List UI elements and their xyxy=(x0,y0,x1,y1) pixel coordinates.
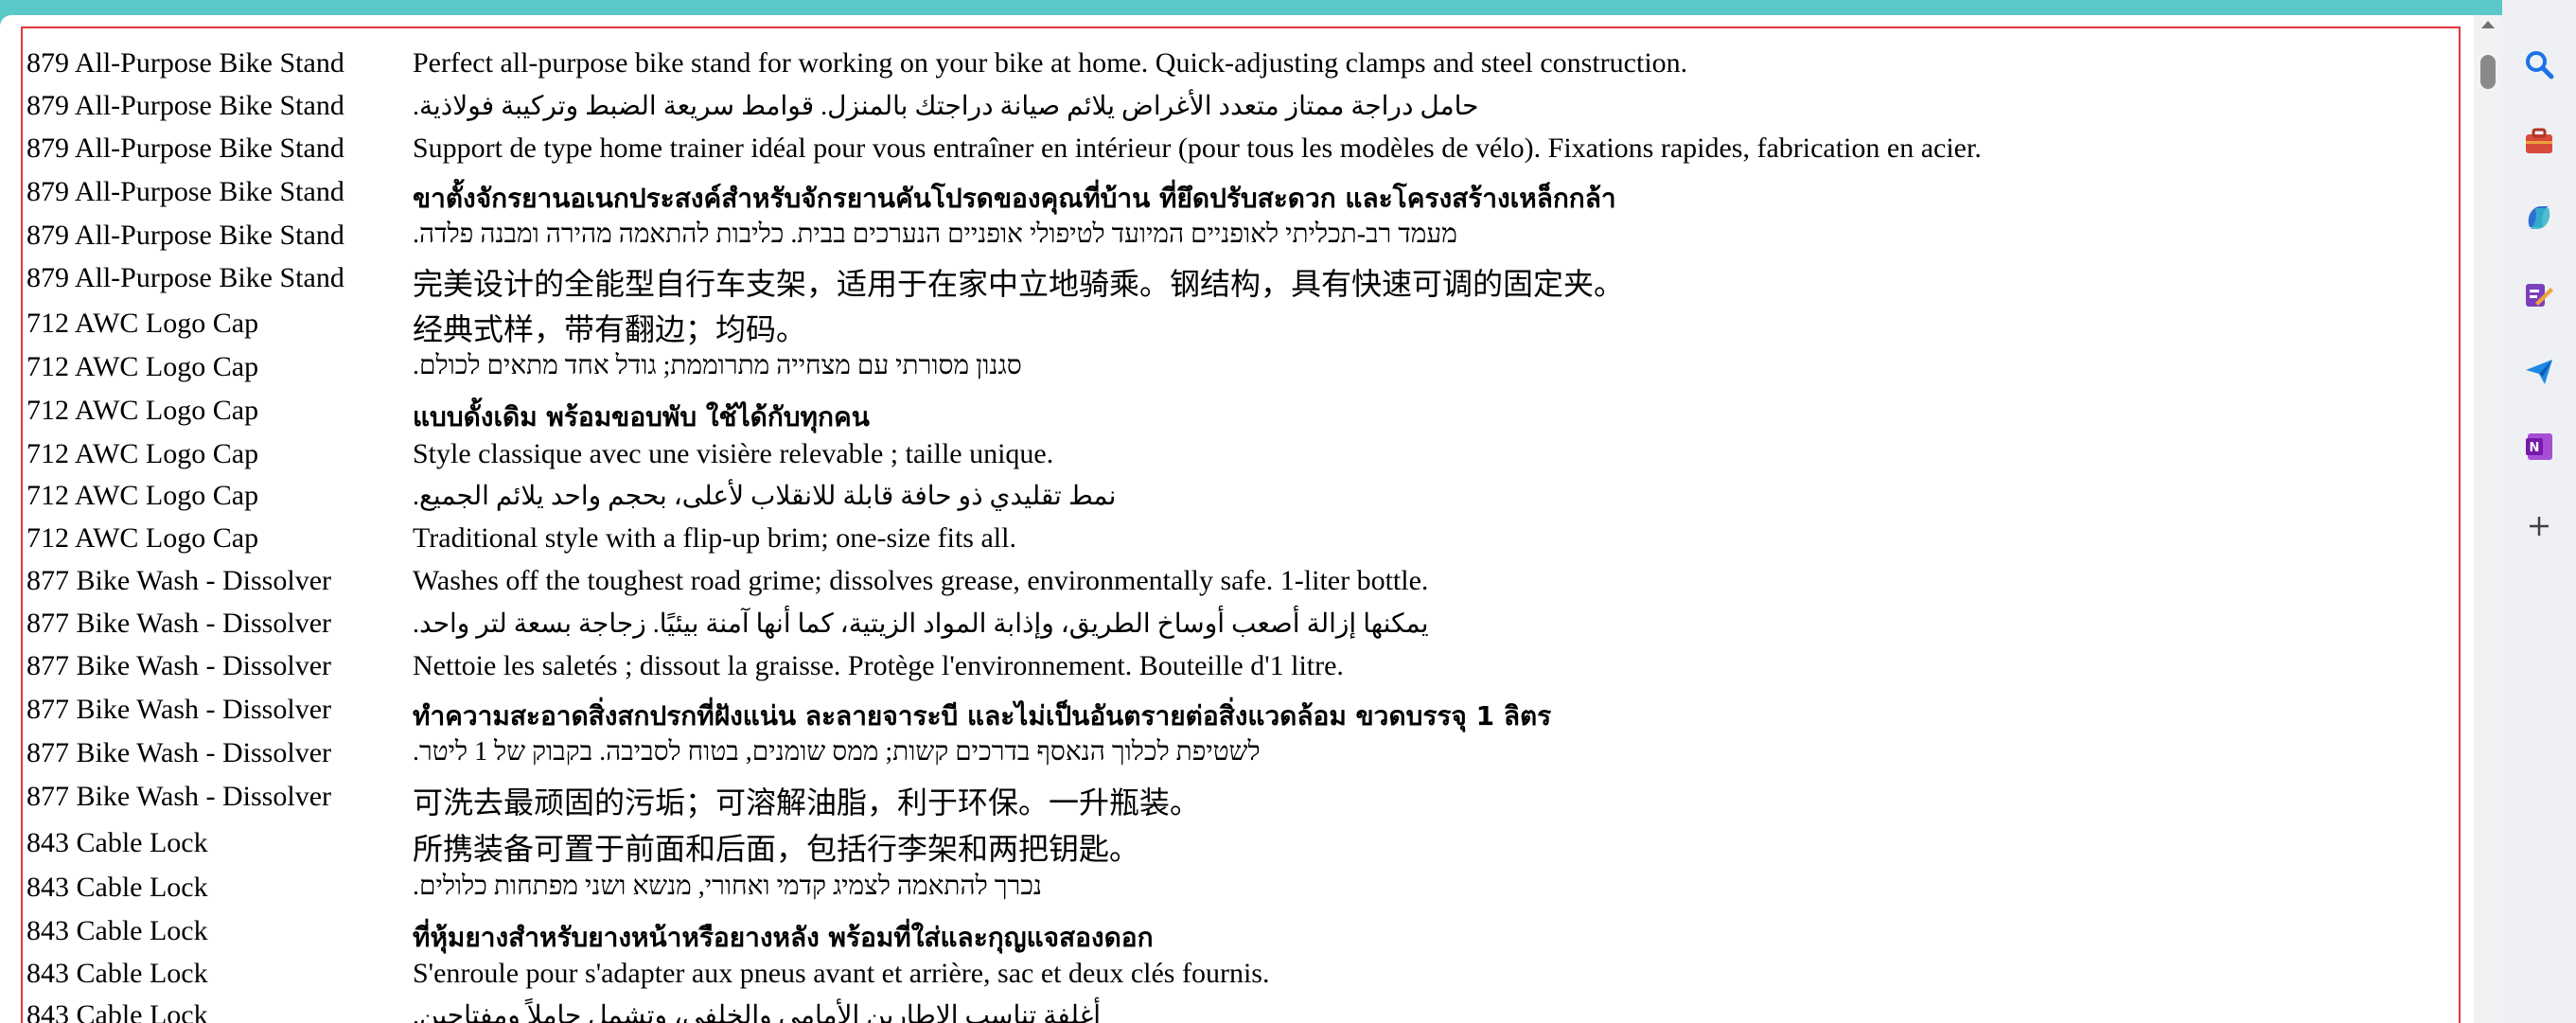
product-description-cell: أغلفة تناسب الإطارين الأمامي والخلفي، وت… xyxy=(413,1001,1102,1023)
product-description-cell: Support de type home trainer idéal pour … xyxy=(413,132,1982,164)
product-description-cell: לשטיפת לכלוך הנאסף בדרכים קשות; ממס שומנ… xyxy=(413,737,1261,767)
table-row: 877 Bike Wash - Dissolver ทำความสะอาดสิ่ง… xyxy=(23,690,2459,732)
product-description-cell: يمكنها إزالة أصعب أوساخ الطريق، وإذابة ا… xyxy=(413,609,1429,639)
table-row: 879 All-Purpose Bike Stand حامل دراجة ممت… xyxy=(23,86,2459,126)
table-row: 877 Bike Wash - Dissolver Washes off the … xyxy=(23,561,2459,601)
product-description-cell: نمط تقليدي ذو حافة قابلة للانقلاب لأعلى،… xyxy=(413,482,1117,511)
product-name-cell: 879 All-Purpose Bike Stand xyxy=(26,47,344,79)
product-name-cell: 712 AWC Logo Cap xyxy=(26,308,259,339)
table-row: 879 All-Purpose Bike Stand Support de typ… xyxy=(23,129,2459,168)
vertical-scrollbar[interactable] xyxy=(2474,15,2502,1023)
product-name-cell: 843 Cable Lock xyxy=(26,872,208,903)
product-name-cell: 712 AWC Logo Cap xyxy=(26,395,259,426)
product-name-cell: 712 AWC Logo Cap xyxy=(26,480,259,511)
product-name-cell: 843 Cable Lock xyxy=(26,915,208,946)
product-name-cell: 877 Bike Wash - Dissolver xyxy=(26,565,332,596)
product-name-cell: 879 All-Purpose Bike Stand xyxy=(26,220,344,251)
product-description-cell: Nettoie les saletés ; dissout la graisse… xyxy=(413,650,1344,681)
table-row: 879 All-Purpose Bike Stand ขาตั้งจักรยานอ… xyxy=(23,172,2459,214)
table-row: 877 Bike Wash - Dissolver Nettoie les sal… xyxy=(23,646,2459,686)
add-icon[interactable] xyxy=(2518,505,2560,547)
product-name-cell: 879 All-Purpose Bike Stand xyxy=(26,90,344,121)
copilot-icon[interactable] xyxy=(2518,197,2560,238)
product-description-cell: ทำความสะอาดสิ่งสกปรกที่ฝังแน่น ละลายจาระ… xyxy=(413,700,1552,732)
product-name-cell: 877 Bike Wash - Dissolver xyxy=(26,650,332,681)
product-name-cell: 877 Bike Wash - Dissolver xyxy=(26,608,332,639)
table-row: 879 All-Purpose Bike Stand מעמד רב-תכליתי… xyxy=(23,216,2459,256)
product-description-cell: حامل دراجة ممتاز متعدد الأغراض يلائم صيا… xyxy=(413,92,1479,121)
product-name-cell: 879 All-Purpose Bike Stand xyxy=(26,132,344,164)
content-window: 879 All-Purpose Bike Stand Perfect all-pu… xyxy=(0,15,2485,1023)
designer-icon[interactable] xyxy=(2518,274,2560,316)
send-icon[interactable] xyxy=(2518,350,2560,392)
scroll-thumb[interactable] xyxy=(2480,55,2496,89)
product-name-cell: 712 AWC Logo Cap xyxy=(26,351,259,382)
table-row: 879 All-Purpose Bike Stand 完美设计的全能型自行车支架，… xyxy=(23,258,2459,302)
table-row: 712 AWC Logo Cap סגנון מסורתי עם מצחייה מ… xyxy=(23,347,2459,387)
table-row: 712 AWC Logo Cap Style classique avec une… xyxy=(23,434,2459,474)
product-name-cell: 877 Bike Wash - Dissolver xyxy=(26,781,332,812)
table-row: 843 Cable Lock S'enroule pour s'adapter a… xyxy=(23,954,2459,994)
table-row: 712 AWC Logo Cap Traditional style with a… xyxy=(23,519,2459,558)
briefcase-icon[interactable] xyxy=(2518,121,2560,163)
product-name-cell: 712 AWC Logo Cap xyxy=(26,522,259,554)
product-description-cell: Traditional style with a flip-up brim; o… xyxy=(413,522,1016,554)
scroll-up-arrow-icon[interactable] xyxy=(2481,21,2495,28)
svg-text:N: N xyxy=(2530,441,2540,455)
table-row: 877 Bike Wash - Dissolver يمكنها إزالة أص… xyxy=(23,604,2459,644)
table-row: 877 Bike Wash - Dissolver לשטיפת לכלוך הנ… xyxy=(23,733,2459,773)
product-description-cell: 所携装备可置于前面和后面，包括行李架和两把钥匙。 xyxy=(413,831,1140,867)
table-row: 877 Bike Wash - Dissolver 可洗去最顽固的污垢；可溶解油脂… xyxy=(23,777,2459,820)
product-name-cell: 879 All-Purpose Bike Stand xyxy=(26,262,344,293)
table-row: 712 AWC Logo Cap نمط تقليدي ذو حافة قابلة… xyxy=(23,476,2459,516)
table-row: 879 All-Purpose Bike Stand Perfect all-pu… xyxy=(23,44,2459,83)
search-icon[interactable] xyxy=(2518,44,2560,85)
product-description-cell: ที่หุ้มยางสำหรับยางหน้าหรือยางหลัง พร้อม… xyxy=(413,922,1154,953)
product-name-cell: 877 Bike Wash - Dissolver xyxy=(26,737,332,768)
product-description-cell: แบบดั้งเดิม พร้อมขอบพับ ใช้ได้กับทุกคน xyxy=(413,401,870,432)
product-name-cell: 877 Bike Wash - Dissolver xyxy=(26,694,332,725)
onenote-icon[interactable]: N xyxy=(2518,426,2560,467)
edge-sidebar: N xyxy=(2502,0,2576,1023)
product-name-cell: 712 AWC Logo Cap xyxy=(26,438,259,469)
table-row: 843 Cable Lock נכרך להתאמה לצמיג קדמי ואח… xyxy=(23,868,2459,908)
table-row: 712 AWC Logo Cap แบบดั้งเดิม พร้อมขอบพับ … xyxy=(23,391,2459,432)
product-description-cell: סגנון מסורתי עם מצחייה מתרוממת; גודל אחד… xyxy=(413,351,1022,380)
results-panel: 879 All-Purpose Bike Stand Perfect all-pu… xyxy=(21,26,2461,1023)
table-row: 843 Cable Lock ที่หุ้มยางสำหรับยางหน้าหรื… xyxy=(23,911,2459,953)
product-description-cell: Perfect all-purpose bike stand for worki… xyxy=(413,47,1688,79)
table-row: 843 Cable Lock أغلفة تناسب الإطارين الأما… xyxy=(23,996,2459,1023)
table-row: 843 Cable Lock 所携装备可置于前面和后面，包括行李架和两把钥匙。 xyxy=(23,823,2459,867)
product-name-cell: 843 Cable Lock xyxy=(26,827,208,858)
product-description-cell: ขาตั้งจักรยานอเนกประสงค์สำหรับจักรยานคัน… xyxy=(413,183,1616,214)
product-description-cell: S'enroule pour s'adapter aux pneus avant… xyxy=(413,958,1270,989)
product-description-cell: נכרך להתאמה לצמיג קדמי ואחורי, מנשא ושני… xyxy=(413,872,1042,901)
product-description-cell: 经典式样，带有翻边；均码。 xyxy=(413,311,807,347)
product-description-cell: Style classique avec une visière relevab… xyxy=(413,438,1054,469)
table-row: 712 AWC Logo Cap 经典式样，带有翻边；均码。 xyxy=(23,304,2459,347)
product-description-cell: 完美设计的全能型自行车支架，适用于在家中立地骑乘。钢结构，具有快速可调的固定夹。 xyxy=(413,266,1625,302)
product-description-cell: מעמד רב-תכליתי לאופניים המיועד לטיפולי א… xyxy=(413,220,1457,249)
product-description-cell: 可洗去最顽固的污垢；可溶解油脂，利于环保。一升瓶装。 xyxy=(413,785,1201,820)
product-name-cell: 843 Cable Lock xyxy=(26,999,208,1023)
product-description-cell: Washes off the toughest road grime; diss… xyxy=(413,565,1429,596)
product-name-cell: 843 Cable Lock xyxy=(26,958,208,989)
product-name-cell: 879 All-Purpose Bike Stand xyxy=(26,176,344,207)
